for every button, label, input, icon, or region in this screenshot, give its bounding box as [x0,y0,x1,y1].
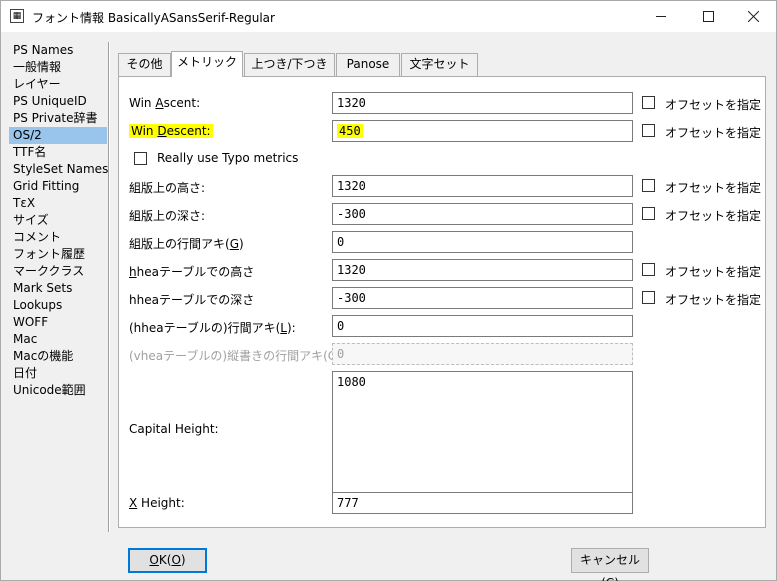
category-general[interactable]: 一般情報 [9,59,107,76]
category-ps-private[interactable]: PS Private辞書 [9,110,107,127]
win-descent-offset-checkbox[interactable] [642,124,655,137]
category-unicode-ranges[interactable]: Unicode範囲 [9,382,107,399]
category-list: PS Names 一般情報 レイヤー PS UniqueID PS Privat… [9,42,108,532]
typo-ascent-offset-label: オフセットを指定 [665,181,762,195]
win-ascent-offset-label: オフセットを指定 [665,98,762,112]
category-styleset-names[interactable]: StyleSet Names [9,161,108,178]
close-button[interactable] [730,1,776,32]
category-os2[interactable]: OS/2 [9,127,107,144]
category-lookups[interactable]: Lookups [9,297,107,314]
x-height-label: X Height: [129,496,185,510]
tab-metrics[interactable]: メトリック [171,51,243,77]
hhea-ascent-input[interactable]: 1320 [332,259,633,281]
title-bar: ▦ フォント情報 BasicallyASansSerif-Regular [1,1,776,32]
win-descent-label: Win Descent: [129,124,213,138]
vhea-linegap-label: (vheaテーブルの)縦書きの行間アキ(C): [129,349,345,363]
tab-panose[interactable]: Panose [336,53,400,76]
tab-misc[interactable]: その他 [118,53,171,76]
category-ps-uniqueid[interactable]: PS UniqueID [9,93,107,110]
tab-charsets[interactable]: 文字セット [401,53,478,76]
app-icon: ▦ [10,9,24,23]
font-info-window: ▦ フォント情報 BasicallyASansSerif-Regular PS … [0,0,777,581]
category-comment[interactable]: コメント [9,229,107,246]
hhea-ascent-offset-checkbox[interactable] [642,263,655,276]
sidebar-divider [108,42,110,532]
category-tex[interactable]: TεX [9,195,107,212]
win-ascent-offset-checkbox[interactable] [642,96,655,109]
capital-height-label: Capital Height: [129,422,219,436]
category-grid-fitting[interactable]: Grid Fitting [9,178,107,195]
typo-descent-input[interactable]: -300 [332,203,633,225]
vhea-linegap-input: 0 [332,343,633,365]
category-mark-sets[interactable]: Mark Sets [9,280,107,297]
hhea-linegap-input[interactable]: 0 [332,315,633,337]
typo-ascent-offset-checkbox[interactable] [642,179,655,192]
window-title: フォント情報 BasicallyASansSerif-Regular [32,11,275,25]
minimize-icon [656,16,666,17]
typo-metrics-label: Really use Typo metrics [157,151,299,165]
category-mark-classes[interactable]: マーククラス [9,263,107,280]
typo-descent-label: 組版上の深さ: [129,209,206,223]
hhea-descent-offset-checkbox[interactable] [642,291,655,304]
category-font-log[interactable]: フォント履歴 [9,246,107,263]
category-ttf-names[interactable]: TTF名 [9,144,107,161]
hhea-descent-input[interactable]: -300 [332,287,633,309]
win-ascent-input[interactable]: 1320 [332,92,633,114]
typo-ascent-label: 組版上の高さ: [129,181,206,195]
category-size[interactable]: サイズ [9,212,107,229]
category-ps-names[interactable]: PS Names [9,42,107,59]
close-icon [748,11,759,22]
hhea-ascent-offset-label: オフセットを指定 [665,265,762,279]
typo-ascent-input[interactable]: 1320 [332,175,633,197]
ok-button[interactable]: OK(O) [128,548,207,573]
win-descent-input[interactable]: 450 [332,120,633,142]
win-descent-offset-label: オフセットを指定 [665,126,762,140]
category-mac-features[interactable]: Macの機能 [9,348,107,365]
metrics-panel: Win Ascent: 1320 オフセットを指定 Win Descent: 4… [118,76,766,528]
maximize-icon [703,11,714,22]
category-layers[interactable]: レイヤー [9,76,107,93]
hhea-linegap-label: (hheaテーブルの)行間アキ(L): [129,321,296,335]
tab-sub-super[interactable]: 上つき/下つき [244,53,335,76]
hhea-ascent-label: hheaテーブルでの高さ [129,265,255,279]
maximize-button[interactable] [685,1,731,32]
typo-descent-offset-checkbox[interactable] [642,207,655,220]
win-descent-value: 450 [337,124,363,138]
typo-linegap-label: 組版上の行間アキ(G) [129,237,244,251]
x-height-input[interactable]: 777 [332,492,633,514]
minimize-button[interactable] [638,1,684,32]
hhea-descent-label: hheaテーブルでの深さ [129,293,255,307]
typo-metrics-checkbox[interactable] [134,152,147,165]
category-dates[interactable]: 日付 [9,365,107,382]
typo-linegap-input[interactable]: 0 [332,231,633,253]
hhea-descent-offset-label: オフセットを指定 [665,293,762,307]
win-ascent-label: Win Ascent: [129,96,201,110]
category-woff[interactable]: WOFF [9,314,107,331]
typo-descent-offset-label: オフセットを指定 [665,209,762,223]
category-mac[interactable]: Mac [9,331,107,348]
cancel-button[interactable]: キャンセル(C) [571,548,649,581]
